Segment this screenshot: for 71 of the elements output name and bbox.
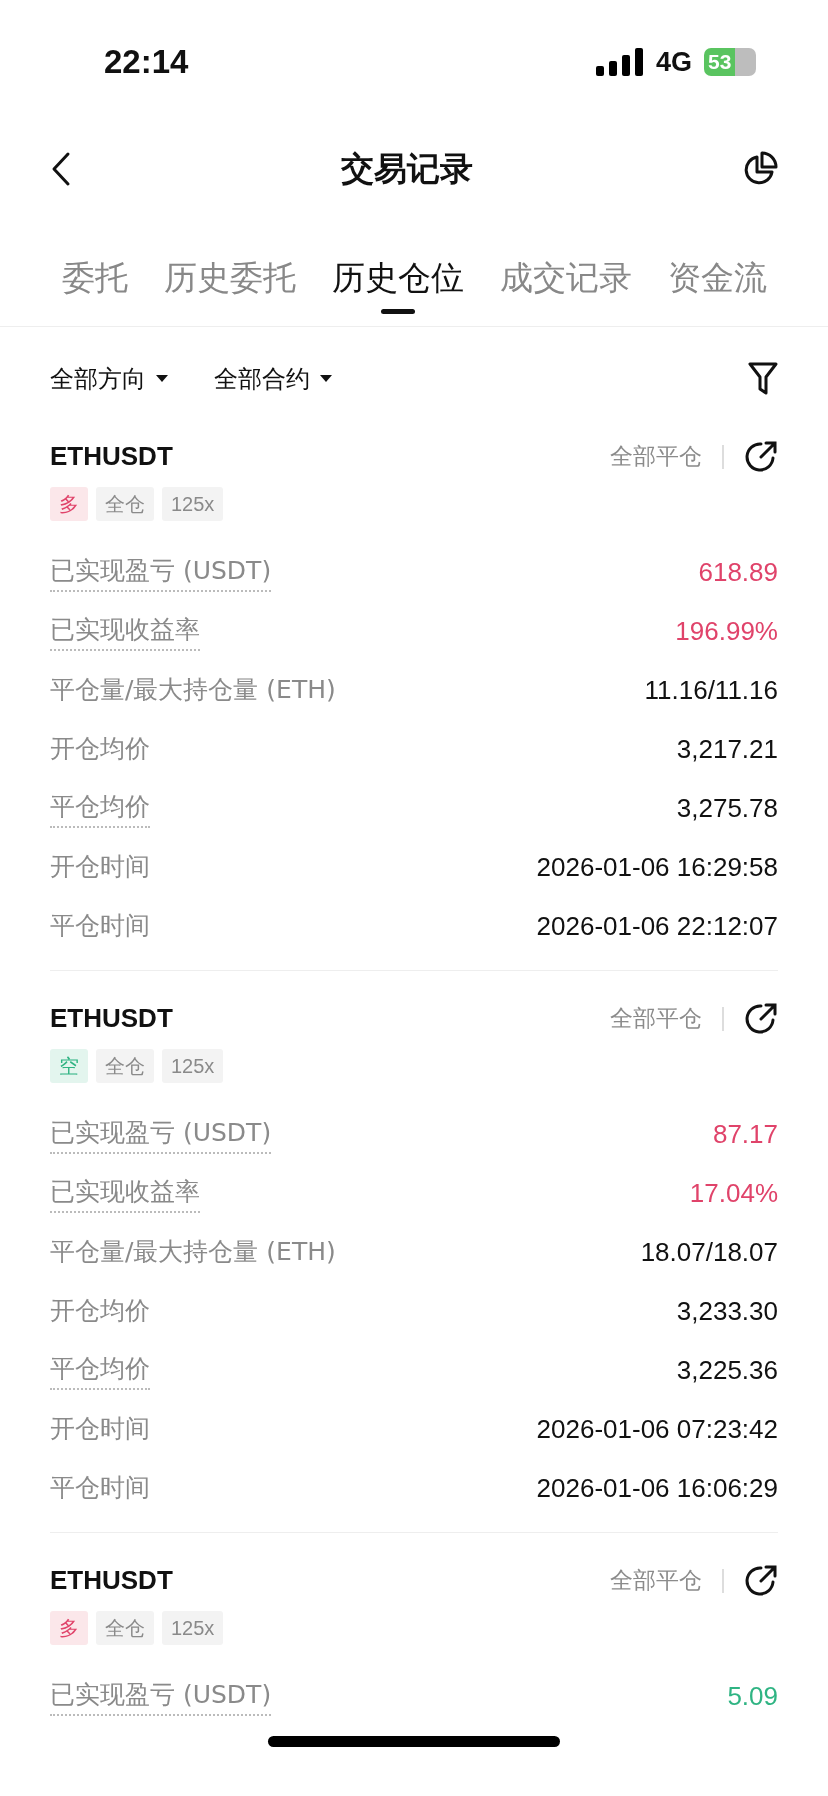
- tab[interactable]: 历史委托: [164, 237, 296, 318]
- field-value: 618.89: [698, 555, 778, 589]
- position-tag: 空: [50, 1048, 88, 1083]
- filter-dropdown[interactable]: 全部合约: [214, 360, 332, 397]
- field-label: 平仓均价: [50, 1350, 150, 1390]
- field-label: 已实现盈亏 (USDT): [50, 1676, 272, 1716]
- field-label: 已实现收益率: [50, 1173, 200, 1213]
- back-icon: [50, 150, 72, 187]
- position-tag: 全仓: [96, 1610, 154, 1645]
- field-value: 2026-01-06 16:06:29: [536, 1471, 778, 1505]
- field-label: 开仓均价: [50, 733, 150, 766]
- battery-level: 53: [704, 48, 756, 76]
- field-value: 3,225.36: [676, 1353, 778, 1387]
- share-button[interactable]: [744, 439, 778, 474]
- share-button[interactable]: [744, 1001, 778, 1036]
- caret-icon: [156, 374, 168, 383]
- field-label: 平仓均价: [50, 788, 150, 828]
- field-value: 5.09: [727, 1679, 778, 1713]
- filter-button[interactable]: [748, 361, 778, 396]
- field-label: 平仓时间: [50, 1472, 150, 1505]
- field-value: 3,275.78: [676, 791, 778, 825]
- field-value: 18.07/18.07: [640, 1235, 778, 1269]
- tab[interactable]: 历史仓位: [332, 237, 464, 318]
- field-value: 3,233.30: [676, 1294, 778, 1328]
- back-button[interactable]: [50, 150, 72, 187]
- position-tag: 多: [50, 486, 88, 521]
- caret-icon: [320, 374, 332, 383]
- field-label: 已实现盈亏 (USDT): [50, 552, 272, 592]
- field-value: 2026-01-06 07:23:42: [536, 1412, 778, 1446]
- field-value: 17.04%: [689, 1176, 778, 1210]
- pie-chart-icon: [742, 150, 778, 187]
- share-icon: [744, 1001, 778, 1036]
- filter-icon: [748, 361, 778, 396]
- clock-time: 22:14: [104, 42, 189, 82]
- field-value: 11.16/11.16: [644, 673, 778, 707]
- field-label: 平仓量/最大持仓量 (ETH): [50, 1236, 336, 1269]
- position-tag: 多: [50, 1610, 88, 1645]
- close-all-button[interactable]: 全部平仓: [610, 1563, 702, 1598]
- signal-icon: [595, 48, 644, 76]
- symbol-name: ETHUSDT: [50, 1002, 173, 1036]
- share-icon: [744, 1563, 778, 1598]
- field-label: 平仓量/最大持仓量 (ETH): [50, 674, 336, 707]
- position-tag: 125x: [162, 486, 224, 521]
- position-tag: 125x: [162, 1048, 224, 1083]
- tab[interactable]: 成交记录: [500, 237, 632, 318]
- position-tag: 全仓: [96, 1048, 154, 1083]
- chart-button[interactable]: [742, 150, 778, 187]
- tab[interactable]: 委托: [62, 237, 128, 318]
- field-value: 87.17: [712, 1117, 778, 1151]
- tab[interactable]: 资金流: [668, 237, 767, 318]
- field-label: 开仓均价: [50, 1295, 150, 1328]
- position-tag: 全仓: [96, 486, 154, 521]
- field-value: 196.99%: [675, 614, 778, 648]
- network-type: 4G: [655, 45, 692, 79]
- field-label: 已实现收益率: [50, 611, 200, 651]
- field-value: 2026-01-06 16:29:58: [536, 850, 778, 884]
- position-tag: 125x: [162, 1610, 224, 1645]
- field-label: 开仓时间: [50, 1413, 150, 1446]
- field-value: 2026-01-06 22:12:07: [536, 909, 778, 943]
- filter-dropdown[interactable]: 全部方向: [50, 360, 168, 397]
- close-all-button[interactable]: 全部平仓: [610, 439, 702, 474]
- field-label: 已实现盈亏 (USDT): [50, 1114, 272, 1154]
- page-title: 交易记录: [341, 147, 473, 190]
- symbol-name: ETHUSDT: [50, 440, 173, 474]
- field-label: 平仓时间: [50, 910, 150, 943]
- close-all-button[interactable]: 全部平仓: [610, 1001, 702, 1036]
- symbol-name: ETHUSDT: [50, 1564, 173, 1598]
- share-button[interactable]: [744, 1563, 778, 1598]
- field-value: 3,217.21: [676, 732, 778, 766]
- share-icon: [744, 439, 778, 474]
- field-label: 开仓时间: [50, 851, 150, 884]
